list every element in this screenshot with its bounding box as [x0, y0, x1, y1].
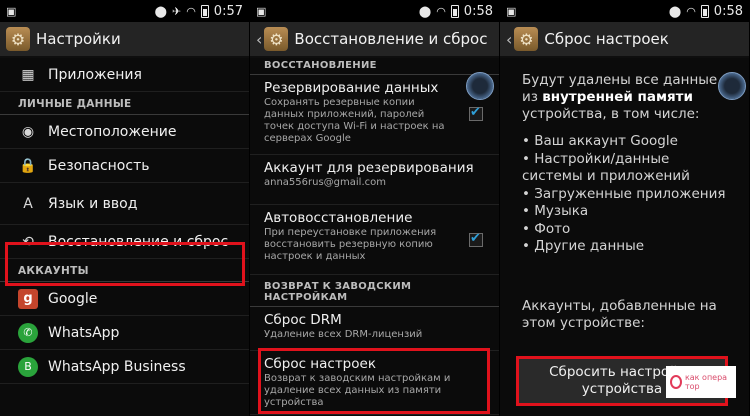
wifi-icon: ◠: [436, 4, 446, 18]
menu-backup-reset[interactable]: ⟲ Восстановление и сброс: [0, 225, 249, 259]
drm-reset-desc: Удаление всех DRM-лицензий: [264, 329, 423, 340]
menu-apps[interactable]: ▦ Приложения: [0, 58, 249, 92]
section-header: АККАУНТЫ: [0, 259, 249, 282]
settings-gear-icon[interactable]: ⚙: [514, 27, 539, 51]
action-bar: ‹ ⚙ Сброс настроек: [500, 22, 749, 58]
data-list-item: Настройки/данные системы и приложений: [522, 151, 727, 186]
screenshot-collage: ▣ ⬤ ✈ ◠ 0:57 ⚙ Настройки ▦ Приложения ЛИЧН…: [0, 0, 750, 416]
settings-gear-icon[interactable]: ⚙: [264, 27, 289, 51]
battery-icon: [200, 4, 209, 18]
auto-restore-desc: При переустановке приложения восстановит…: [264, 227, 437, 262]
settings-screen: ▣ ⬤ ✈ ◠ 0:57 ⚙ Настройки ▦ Приложения ЛИЧН…: [0, 0, 250, 416]
watermark: как опера тор: [666, 366, 736, 398]
menu-item-label: Приложения: [48, 66, 142, 83]
image-notification-icon: ▣: [6, 4, 17, 18]
watermark-logo-icon: [670, 375, 682, 389]
backup-reset-screen: ▣ ⬤ ◠ 0:58 ‹ ⚙ Восстановление и сброс ВО…: [250, 0, 500, 416]
google-icon: g: [18, 288, 38, 309]
backup-data-item[interactable]: Резервирование данных Сохранять резервны…: [250, 75, 499, 155]
backup-data-checkbox[interactable]: [469, 105, 483, 121]
menu-item-label: Восстановление и сброс: [48, 233, 229, 250]
wifi-icon: ◠: [186, 4, 196, 18]
menu-google[interactable]: g Google: [0, 282, 249, 316]
status-time: 0:58: [713, 3, 743, 19]
back-chevron-icon[interactable]: ‹: [506, 30, 512, 49]
backup-account-value: anna556rus@gmail.com: [264, 177, 386, 188]
section-header-restore: ВОССТАНОВЛЕНИЕ: [250, 58, 499, 75]
location-status-icon: ⬤: [668, 4, 682, 18]
backup-account-item[interactable]: Аккаунт для резервирования anna556rus@gm…: [250, 155, 499, 205]
drm-reset-item[interactable]: Сброс DRM Удаление всех DRM-лицензий: [250, 307, 499, 351]
accounts-note: Аккаунты, добавленные на этом устройстве…: [522, 297, 717, 331]
menu-item-label: Google: [48, 290, 98, 307]
menu-location[interactable]: ◉ Местоположение: [0, 115, 249, 149]
menu-item-label: Местоположение: [48, 123, 177, 140]
section-header-factory: ВОЗВРАТ К ЗАВОДСКИМ НАСТРОЙКАМ: [250, 275, 499, 307]
settings-gear-icon[interactable]: ⚙: [6, 27, 30, 51]
location-status-icon: ⬤: [418, 4, 432, 18]
status-time: 0:57: [213, 3, 243, 19]
menu-item-label: Безопасность: [48, 157, 150, 174]
menu-item-label: WhatsApp: [48, 324, 120, 341]
page-title: Сброс настроек: [544, 30, 669, 48]
menu-item-label: WhatsApp Business: [48, 358, 186, 375]
status-time: 0:58: [463, 3, 493, 19]
section-header: ЛИЧНЫЕ ДАННЫЕ: [0, 92, 249, 115]
battery-icon: [450, 4, 459, 18]
whatsapp-icon: ✆: [18, 322, 38, 343]
image-notification-icon: ▣: [256, 4, 267, 18]
data-list-item: Ваш аккаунт Google: [522, 133, 727, 151]
language-icon: A: [23, 195, 33, 212]
menu-security[interactable]: 🔒 Безопасность: [0, 149, 249, 183]
menu-language[interactable]: A Язык и ввод: [0, 183, 249, 225]
battery-icon: [700, 4, 709, 18]
menu-item-label: Язык и ввод: [48, 195, 138, 212]
reset-warning-text: Будут удалены все данные из внутренней п…: [500, 58, 749, 332]
wifi-icon: ◠: [686, 4, 696, 18]
scroll-orb-icon: [718, 72, 746, 100]
backup-icon: ⟲: [22, 233, 34, 250]
location-icon: ◉: [21, 123, 35, 140]
auto-restore-title: Автовосстановление: [264, 210, 413, 226]
page-title: Настройки: [36, 30, 121, 48]
back-chevron-icon[interactable]: ‹: [256, 30, 262, 49]
watermark-text: как опера тор: [684, 373, 728, 391]
backup-account-title: Аккаунт для резервирования: [264, 160, 474, 176]
scroll-orb-icon: [466, 72, 494, 100]
status-bar: ▣ ⬤ ◠ 0:58: [250, 0, 499, 22]
backup-data-desc: Сохранять резервные копии данных приложе…: [264, 97, 445, 144]
drm-reset-title: Сброс DRM: [264, 312, 342, 328]
vibrate-icon: ✈: [171, 4, 182, 18]
action-bar: ‹ ⚙ Восстановление и сброс: [250, 22, 499, 58]
status-bar: ▣ ⬤ ◠ 0:58: [500, 0, 749, 22]
auto-restore-checkbox[interactable]: [469, 231, 483, 247]
auto-restore-item[interactable]: Автовосстановление При переустановке при…: [250, 205, 499, 275]
menu-whatsapp-business[interactable]: B WhatsApp Business: [0, 350, 249, 384]
settings-list: ▦ Приложения ЛИЧНЫЕ ДАННЫЕ ◉ Местоположение 🔒…: [0, 58, 249, 384]
intro-text-2: устройства, в том числе:: [522, 106, 700, 122]
whatsapp-business-icon: B: [18, 356, 38, 377]
action-bar: ⚙ Настройки: [0, 22, 249, 58]
lock-icon: 🔒: [19, 157, 37, 174]
page-title: Восстановление и сброс: [294, 30, 488, 48]
factory-reset-title: Сброс настроек: [264, 356, 376, 372]
factory-reset-item[interactable]: Сброс настроек Возврат к заводским настр…: [250, 351, 499, 415]
data-list-item: Фото: [522, 221, 727, 239]
intro-text-bold: внутренней памяти: [542, 89, 693, 105]
data-list-item: Другие данные: [522, 238, 727, 256]
data-list: Ваш аккаунт GoogleНастройки/данные систе…: [522, 133, 727, 256]
factory-reset-screen: ▣ ⬤ ◠ 0:58 ‹ ⚙ Сброс настроек Будут удал…: [500, 0, 750, 416]
location-status-icon: ⬤: [154, 4, 167, 18]
data-list-item: Загруженные приложения: [522, 186, 727, 204]
apps-icon: ▦: [21, 66, 35, 83]
image-notification-icon: ▣: [506, 4, 517, 18]
status-bar: ▣ ⬤ ✈ ◠ 0:57: [0, 0, 249, 22]
menu-whatsapp[interactable]: ✆ WhatsApp: [0, 316, 249, 350]
data-list-item: Музыка: [522, 203, 727, 221]
factory-reset-desc: Возврат к заводским настройкам и удалени…: [264, 373, 451, 408]
backup-data-title: Резервирование данных: [264, 80, 439, 96]
